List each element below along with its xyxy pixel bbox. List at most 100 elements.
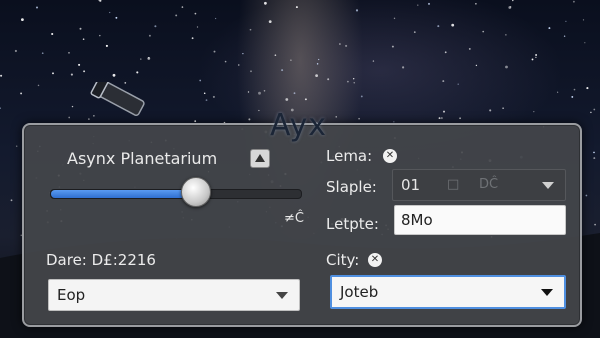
star [593, 157, 596, 160]
star [393, 17, 396, 20]
letpte-input[interactable] [394, 205, 566, 235]
letpte-label: Letpte: [326, 215, 379, 233]
chevron-down-icon [542, 182, 554, 189]
star [347, 80, 349, 83]
star [21, 18, 24, 21]
star [293, 92, 296, 95]
slaple-dropdown[interactable]: 01 □ DĈ [392, 169, 566, 201]
star [402, 66, 405, 69]
left-dropdown-value: Eop [57, 286, 86, 304]
star [443, 110, 445, 113]
star [571, 95, 574, 98]
star [248, 118, 251, 121]
star [304, 98, 307, 101]
star [191, 37, 194, 40]
star [482, 30, 485, 33]
star [459, 117, 461, 120]
letpte-field[interactable] [395, 206, 565, 234]
star [335, 116, 337, 118]
star [489, 109, 492, 112]
planetarium-panel: Asynx Planetarium ≠Ĉ Dare: D£:2216 Eop L… [22, 123, 582, 327]
star [140, 58, 142, 60]
star [20, 92, 23, 95]
star [79, 27, 82, 30]
star [14, 49, 17, 53]
star [593, 108, 596, 111]
slaple-ghost-text: DĈ [479, 177, 499, 192]
close-circle-icon[interactable]: ✕ [383, 149, 397, 163]
collapse-button[interactable] [250, 149, 270, 168]
city-label: City: [326, 251, 360, 269]
close-circle-icon[interactable]: ✕ [368, 253, 382, 267]
caret-up-icon [255, 154, 265, 162]
star [51, 32, 54, 36]
star [238, 64, 240, 66]
slider-value-glyph: ≠Ĉ [284, 211, 304, 226]
star [353, 82, 355, 84]
slider-handle[interactable] [181, 177, 211, 207]
slider-track[interactable] [50, 189, 302, 199]
star [71, 105, 74, 108]
star [250, 70, 252, 73]
star [505, 34, 507, 36]
star [109, 11, 111, 14]
star [112, 73, 116, 77]
star [573, 88, 576, 91]
star [502, 107, 504, 109]
star [437, 25, 440, 28]
star [199, 79, 202, 82]
star [573, 0, 575, 3]
city-dropdown[interactable]: Joteb [330, 275, 566, 309]
star [345, 44, 348, 47]
left-dropdown[interactable]: Eop [48, 279, 300, 311]
star [593, 151, 595, 154]
star [468, 47, 471, 50]
star [268, 20, 272, 23]
star [194, 120, 197, 123]
star [315, 74, 318, 77]
panel-heading: Asynx Planetarium [67, 149, 218, 168]
star [205, 99, 208, 101]
slaple-value: 01 [401, 176, 421, 194]
star [0, 107, 1, 109]
star [327, 78, 330, 81]
star [391, 45, 394, 48]
star [353, 78, 355, 80]
star [442, 80, 445, 83]
star [590, 111, 592, 114]
star [508, 6, 512, 9]
star [212, 95, 215, 98]
star [99, 0, 102, 2]
star [475, 64, 478, 67]
star [258, 109, 260, 112]
star [586, 87, 589, 90]
city-dropdown-value: Joteb [340, 283, 379, 301]
star [440, 117, 443, 120]
star [115, 16, 118, 19]
star [10, 199, 13, 202]
star [82, 38, 85, 41]
star [316, 63, 319, 65]
star [154, 25, 157, 28]
star [213, 50, 216, 53]
star [15, 145, 18, 147]
star [263, 90, 266, 92]
star [535, 56, 537, 58]
star [355, 9, 359, 12]
star [37, 84, 40, 87]
star [285, 98, 289, 101]
star [563, 35, 566, 37]
star [181, 6, 184, 8]
star [214, 17, 217, 20]
chevron-down-icon [276, 292, 288, 299]
star [360, 95, 363, 98]
star [196, 26, 199, 28]
star [444, 51, 447, 54]
star [105, 44, 108, 47]
star [136, 71, 139, 74]
star [264, 1, 267, 5]
star [548, 27, 551, 30]
overlay-title: Ayx [270, 108, 327, 143]
star [148, 34, 151, 37]
star [295, 6, 298, 9]
